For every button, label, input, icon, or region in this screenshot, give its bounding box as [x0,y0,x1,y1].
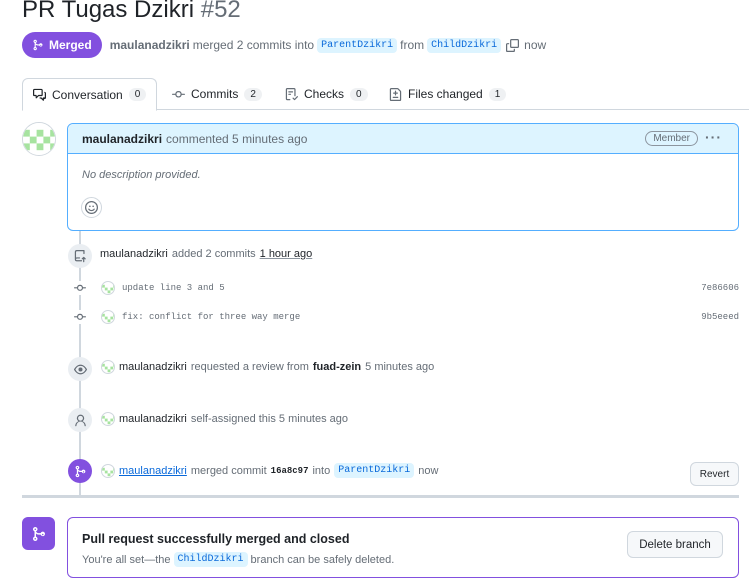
merge-summary-author[interactable]: maulanadzikri [110,38,190,52]
merge-commit-sha[interactable]: 16a8c97 [271,466,309,476]
copy-icon[interactable] [506,38,520,52]
commit-row: fix: conflict for three way merge [101,310,300,324]
assign-event: maulanadzikri self-assigned this 5 minut… [101,412,348,426]
add-reaction-button[interactable] [81,197,102,218]
commit-message[interactable]: fix: conflict for three way merge [122,312,300,322]
tab-files-changed-count: 1 [488,87,507,101]
git-merge-icon [32,526,45,541]
merged-state-label: Merged [49,38,92,52]
pr-tabs: Conversation 0 Commits 2 Checks 0 Files … [22,78,749,111]
git-merge-icon [33,39,43,51]
tab-files-changed-label: Files changed [408,87,483,101]
git-commit-icon [74,284,86,291]
tab-conversation-count: 0 [128,88,147,101]
merge-event-badge [68,459,92,483]
merge-summary: maulanadzikri merged 2 commits into Pare… [110,37,547,53]
merge-target-branch[interactable]: ParentDzikri [334,463,415,478]
commit-author-avatar[interactable] [101,310,115,324]
merge-event-into: into [312,464,331,477]
tab-commits-label: Commits [191,87,239,101]
merged-status-icon [22,517,55,550]
comment-box: maulanadzikri commented 5 minutes ago Me… [67,123,739,231]
merge-status-title: Pull request successfully merged and clo… [82,532,350,546]
from-text: from [400,38,425,52]
pr-title-row: PR Tugas Dzikri #52 [22,0,241,24]
reviewer-requester-avatar[interactable] [101,360,115,374]
revert-button[interactable]: Revert [690,462,739,486]
deletable-branch[interactable]: ChildDzikri [173,552,248,567]
comment-author[interactable]: maulanadzikri [82,132,162,146]
pr-state-row: Merged maulanadzikri merged 2 commits in… [22,32,546,58]
tab-checks-count: 0 [350,87,368,101]
pr-title: PR Tugas Dzikri [22,0,195,23]
kebab-menu-icon[interactable]: ··· [705,129,722,145]
tab-checks[interactable]: Checks 0 [285,78,368,110]
file-diff-icon [389,87,402,101]
merge-status-suffix: branch can be safely deleted. [250,553,395,566]
commit-author-avatar[interactable] [101,281,115,295]
commits-event-text: added 2 commits [171,248,256,260]
tab-commits-count: 2 [244,87,262,101]
tab-checks-label: Checks [304,87,345,101]
merged-state-badge: Merged [22,32,102,58]
repo-push-icon [74,249,86,262]
assignee-avatar[interactable] [101,412,115,426]
checklist-icon [285,87,298,100]
review-event: maulanadzikri requested a review from fu… [101,360,434,374]
eye-icon [73,364,87,374]
commit-sha[interactable]: 7e86606 [701,283,739,293]
comment-body: No description provided. [82,169,201,181]
commits-event-badge [68,244,92,268]
merge-event-time: now [418,464,439,477]
review-event-time: 5 minutes ago [365,361,435,373]
comment-author-avatar[interactable] [22,122,56,156]
merge-time: now [524,38,547,52]
assign-event-text: self-assigned this 5 minutes ago [190,413,349,425]
commit-row: update line 3 and 5 [101,281,225,295]
merge-status-subtitle: You're all set—the ChildDzikri branch ca… [82,552,394,567]
merge-event-author[interactable]: maulanadzikri [119,465,187,477]
git-merge-icon [75,465,85,477]
base-branch[interactable]: ParentDzikri [317,37,398,53]
merge-status-prefix: You're all set—the [82,553,171,566]
reviewer-name[interactable]: fuad-zein [313,361,361,373]
review-event-author[interactable]: maulanadzikri [119,361,187,373]
commits-event-time[interactable]: 1 hour ago [260,248,313,260]
review-event-badge [68,357,92,381]
person-icon [74,414,86,426]
assign-event-author[interactable]: maulanadzikri [119,413,187,425]
tab-conversation-label: Conversation [52,87,123,102]
pr-number: #52 [200,0,241,23]
delete-branch-button[interactable]: Delete branch [627,531,723,558]
git-commit-icon [74,313,86,320]
tab-conversation[interactable]: Conversation 0 [22,78,158,111]
smiley-icon [85,201,98,214]
merger-avatar[interactable] [101,463,115,478]
assign-event-badge [68,408,92,432]
commits-event: maulanadzikri added 2 commits 1 hour ago [100,248,312,260]
commits-event-author[interactable]: maulanadzikri [100,248,168,260]
commit-message[interactable]: update line 3 and 5 [122,283,225,293]
comment-discussion-icon [33,88,46,101]
commit-sha[interactable]: 9b5eeed [701,312,739,322]
commit-dot-1 [73,281,87,295]
member-badge: Member [645,131,698,146]
tab-commits[interactable]: Commits 2 [172,78,262,110]
timeline-divider [22,495,739,498]
merge-event-text: merged commit [190,464,267,477]
review-event-text: requested a review from [190,361,309,373]
identicon [23,123,55,155]
comment-header: maulanadzikri commented 5 minutes ago [68,124,738,154]
head-branch[interactable]: ChildDzikri [427,37,502,53]
merge-event: maulanadzikri merged commit 16a8c97 into… [101,463,438,478]
git-commit-icon [172,90,185,98]
commit-dot-2 [73,310,87,324]
merge-summary-text: merged 2 commits into [192,38,315,52]
comment-action: commented 5 minutes ago [166,131,308,146]
tab-files-changed[interactable]: Files changed 1 [389,78,507,110]
